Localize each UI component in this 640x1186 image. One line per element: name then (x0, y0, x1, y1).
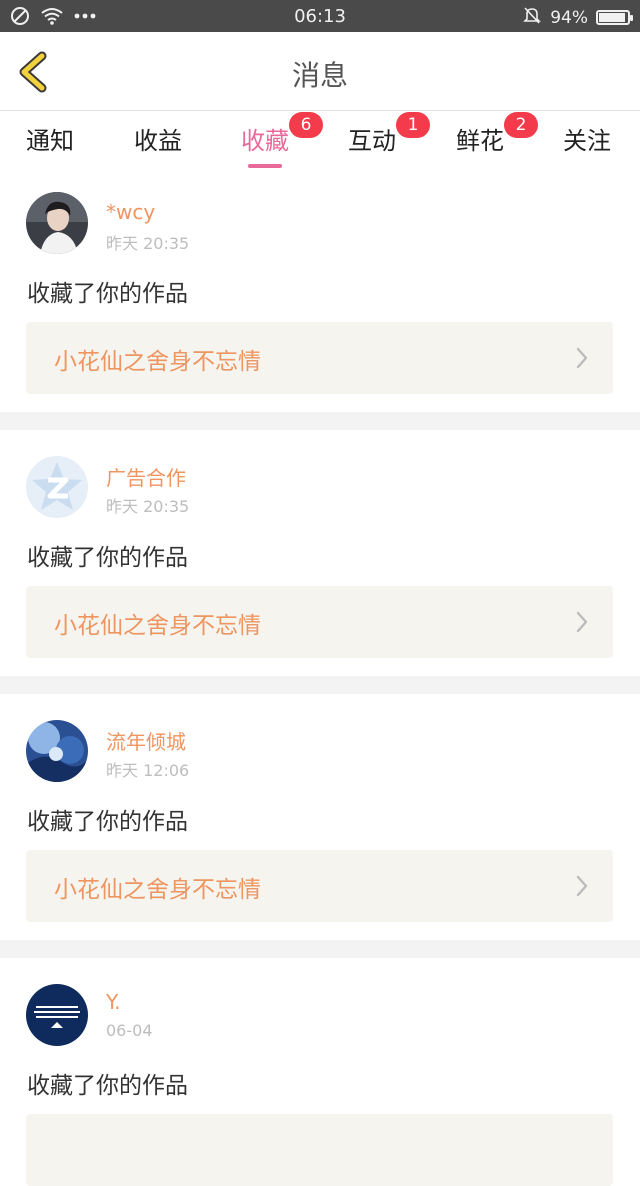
username[interactable]: Y. (106, 990, 121, 1014)
action-text: 收藏了你的作品 (27, 1073, 188, 1099)
work-title: 小花仙之舍身不忘情 (54, 613, 261, 639)
list-item: 广告合作 昨天 20:35 收藏了你的作品 小花仙之舍身不忘情 (0, 430, 640, 676)
avatar[interactable] (26, 456, 88, 518)
tab-label: 鲜花 (456, 127, 504, 155)
tab-notifications[interactable]: 通知 (26, 121, 74, 156)
status-bar: 06:13 94% (0, 0, 640, 32)
avatar[interactable] (26, 984, 88, 1046)
tab-bar: 通知 收益 收藏 6 互动 1 鲜花 2 关注 (0, 111, 640, 169)
timestamp: 昨天 20:35 (106, 234, 190, 253)
action-text: 收藏了你的作品 (27, 545, 188, 571)
timestamp: 昨天 12:06 (106, 761, 190, 780)
divider (0, 676, 640, 694)
chevron-right-icon (575, 874, 589, 902)
silent-bell-icon (522, 5, 542, 30)
avatar[interactable] (26, 720, 88, 782)
work-link[interactable]: 小花仙之舍身不忘情 (26, 322, 613, 394)
list-item: *wcy 昨天 20:35 收藏了你的作品 小花仙之舍身不忘情 (0, 170, 640, 412)
tab-flowers[interactable]: 鲜花 2 (456, 112, 538, 156)
tab-interactions[interactable]: 互动 1 (348, 112, 430, 156)
page-title: 消息 (291, 59, 348, 92)
active-tab-indicator (248, 164, 282, 168)
work-title: 小花仙之舍身不忘情 (54, 349, 261, 375)
favorites-count-badge: 6 (289, 112, 323, 138)
divider (0, 940, 640, 958)
work-link[interactable]: 小花仙之舍身不忘情 (26, 586, 613, 658)
timestamp: 昨天 20:35 (106, 497, 190, 516)
interactions-count-badge: 1 (396, 112, 430, 138)
username[interactable]: 流年倾城 (106, 726, 186, 755)
flowers-count-badge: 2 (504, 112, 538, 138)
list-item: 流年倾城 昨天 12:06 收藏了你的作品 小花仙之舍身不忘情 (0, 694, 640, 940)
divider (0, 412, 640, 430)
work-title: 小花仙之舍身不忘情 (54, 877, 261, 903)
action-text: 收藏了你的作品 (27, 281, 188, 307)
tab-favorites[interactable]: 收藏 6 (241, 112, 323, 168)
tab-label: 通知 (26, 127, 74, 155)
tab-label: 互动 (348, 127, 396, 155)
tab-label: 收益 (134, 127, 182, 155)
tab-label: 收藏 (241, 127, 289, 155)
action-text: 收藏了你的作品 (27, 809, 188, 835)
chevron-right-icon (575, 610, 589, 638)
username[interactable]: 广告合作 (106, 462, 186, 491)
tab-label: 关注 (563, 127, 611, 155)
work-link[interactable] (26, 1114, 613, 1186)
list-item: Y. 06-04 收藏了你的作品 (0, 958, 640, 1186)
chevron-right-icon (575, 346, 589, 374)
work-link[interactable]: 小花仙之舍身不忘情 (26, 850, 613, 922)
username[interactable]: *wcy (106, 200, 155, 224)
header-bar: 消息 (0, 32, 640, 111)
avatar[interactable] (26, 192, 88, 254)
tab-follow[interactable]: 关注 (563, 121, 611, 156)
battery-percent: 94% (550, 7, 588, 28)
timestamp: 06-04 (106, 1021, 153, 1040)
tab-earnings[interactable]: 收益 (134, 121, 182, 156)
battery-icon (596, 10, 633, 25)
